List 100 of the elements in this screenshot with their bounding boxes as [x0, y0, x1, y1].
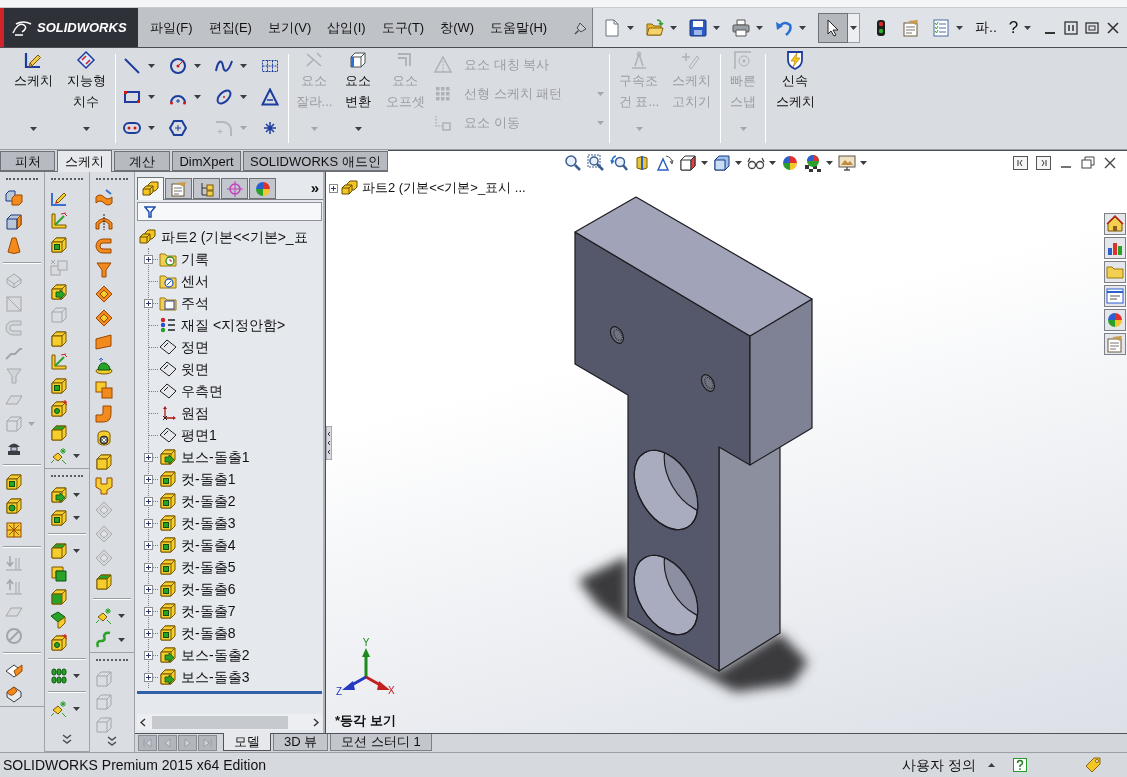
splitter-handle-icon[interactable] — [326, 426, 332, 460]
caret-icon[interactable] — [240, 63, 247, 68]
menu-item[interactable]: 파일(F) — [150, 17, 193, 38]
pills-icon[interactable] — [50, 666, 68, 685]
checker-sphere-icon[interactable] — [804, 154, 822, 172]
cube-face-icon[interactable] — [95, 573, 113, 591]
folder-card-icon[interactable] — [159, 295, 177, 311]
scroll-right-icon[interactable] — [313, 717, 319, 727]
sparkle-icon[interactable] — [95, 607, 113, 625]
command-label[interactable]: 파.. — [975, 17, 997, 38]
cube-icon[interactable] — [713, 154, 731, 172]
expand-icon[interactable] — [144, 519, 153, 528]
blocks-icon[interactable] — [341, 180, 359, 196]
dome-icon[interactable] — [95, 357, 113, 375]
hexagon-icon[interactable] — [5, 685, 23, 703]
bar-chart-icon[interactable] — [1103, 237, 1126, 259]
caret-icon[interactable] — [956, 25, 963, 30]
caret-icon[interactable] — [73, 515, 80, 520]
tree-item[interactable]: 평면1 — [158, 424, 217, 446]
tree-item[interactable]: 보스-돌출1 — [158, 446, 250, 468]
plane-icon[interactable] — [159, 361, 177, 377]
funnel-icon[interactable] — [144, 205, 156, 218]
zoom-box-icon[interactable] — [587, 154, 605, 172]
triangle-icon[interactable] — [261, 87, 279, 106]
caret-icon[interactable] — [769, 161, 776, 165]
menu-item[interactable]: 도움말(H) — [490, 17, 548, 38]
horseshoe-icon[interactable] — [95, 237, 113, 255]
caret-icon[interactable] — [735, 161, 742, 165]
plane-icon[interactable] — [159, 383, 177, 399]
caret-icon[interactable] — [148, 63, 155, 68]
caret-icon[interactable] — [148, 125, 155, 130]
sparkle-icon[interactable] — [50, 447, 68, 466]
close-icon[interactable] — [1103, 156, 1117, 170]
caret-icon[interactable] — [670, 25, 677, 30]
magnifier-arrow-icon[interactable] — [610, 154, 628, 172]
close-icon[interactable] — [1106, 20, 1121, 35]
cylinder-section-icon[interactable] — [633, 154, 651, 172]
corner-icon[interactable] — [50, 212, 68, 231]
diamond-icon[interactable] — [95, 309, 113, 327]
caret-icon[interactable] — [756, 25, 763, 30]
expand-icon[interactable] — [329, 183, 338, 193]
hexagon-icon[interactable] — [169, 118, 187, 137]
plane-icon[interactable] — [159, 339, 177, 355]
command-tab[interactable]: 계산 — [114, 151, 170, 171]
cube-arrow-icon[interactable] — [50, 282, 68, 301]
part-model[interactable] — [574, 196, 813, 672]
caret-icon[interactable] — [73, 706, 80, 711]
cube-icon[interactable] — [95, 453, 113, 471]
tree-item[interactable]: 컷-돌출6 — [158, 578, 236, 600]
sphere-icon[interactable] — [781, 154, 799, 172]
checklist-icon[interactable] — [932, 18, 950, 37]
circle-icon[interactable] — [169, 56, 187, 75]
caret-icon[interactable] — [82, 127, 90, 131]
clipboard-icon[interactable] — [1103, 333, 1126, 355]
split-left-icon[interactable] — [1013, 156, 1028, 170]
caret-icon[interactable] — [850, 25, 857, 30]
caret-icon[interactable] — [799, 25, 806, 30]
menu-item[interactable]: 삽입(I) — [327, 17, 366, 38]
tree-item[interactable]: 기록 — [158, 248, 209, 270]
caret-icon[interactable] — [713, 25, 720, 30]
command-tab[interactable]: DimXpert — [172, 151, 241, 171]
select-button[interactable] — [818, 12, 848, 43]
dots-list-icon[interactable] — [159, 317, 177, 333]
caret-icon[interactable] — [73, 454, 80, 459]
cube-icon[interactable] — [5, 213, 23, 231]
funnel-icon[interactable] — [95, 261, 113, 279]
zoom-icon[interactable] — [564, 154, 582, 172]
caret-icon[interactable] — [988, 763, 995, 767]
tile-icon[interactable] — [1064, 20, 1079, 35]
restore-icon[interactable] — [1081, 156, 1095, 170]
cubes-icon[interactable] — [5, 189, 23, 207]
tree-item[interactable]: 재질 <지정안함> — [158, 314, 286, 336]
tree-item[interactable]: 컷-돌출3 — [158, 512, 236, 534]
prism-icon[interactable] — [50, 610, 68, 629]
expand-icon[interactable] — [144, 629, 153, 638]
menu-item[interactable]: 보기(V) — [267, 17, 312, 38]
tree-item[interactable]: 보스-돌출3 — [158, 666, 250, 688]
caret-icon[interactable] — [240, 94, 247, 99]
scrollbar-thumb[interactable] — [152, 715, 288, 729]
split-right-icon[interactable] — [1036, 156, 1051, 170]
caret-icon[interactable] — [73, 492, 80, 497]
cube-front-icon[interactable] — [50, 587, 68, 606]
tree-item[interactable]: 컷-돌출7 — [158, 600, 236, 622]
rapid-sketch-button[interactable]: 신속 스케치 — [775, 50, 815, 112]
model-tab[interactable]: 3D 뷰 — [273, 734, 329, 751]
tree-item[interactable]: 정면 — [158, 336, 209, 358]
help-icon[interactable] — [1013, 758, 1027, 772]
cube-sparks-icon[interactable] — [50, 400, 68, 419]
caret-icon[interactable] — [148, 94, 155, 99]
model-tab[interactable]: 모델 — [223, 733, 271, 751]
menu-item[interactable]: 도구(T) — [381, 17, 425, 38]
sketch-button[interactable]: 스케치 — [13, 50, 53, 91]
expand-icon[interactable] — [144, 299, 153, 308]
cube-face-icon[interactable] — [50, 423, 68, 442]
expand-icon[interactable] — [144, 475, 153, 484]
document-icon[interactable] — [603, 18, 621, 37]
tree-item[interactable]: 센서 — [158, 270, 209, 292]
expand-icon[interactable] — [144, 453, 153, 462]
slab-icon[interactable] — [95, 333, 113, 351]
folder-icon[interactable] — [1103, 261, 1126, 283]
